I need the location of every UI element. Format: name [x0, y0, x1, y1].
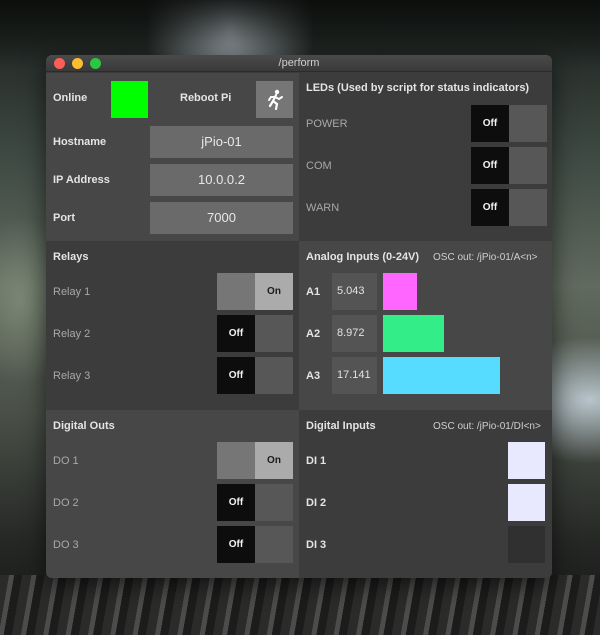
a2-value: 8.972: [332, 315, 377, 352]
window-content: Online Reboot Pi Hostname jPio-01 IP Add…: [46, 73, 552, 578]
led-power-on[interactable]: [509, 105, 547, 142]
di-2-label: DI 2: [306, 497, 327, 509]
do-3-label: DO 3: [53, 539, 79, 551]
ip-address-label: IP Address: [53, 174, 110, 186]
a1-label: A1: [306, 286, 321, 298]
digital-osc-address: OSC out: /jPio-01/DI<n>: [433, 421, 541, 432]
led-com-toggle[interactable]: Off: [471, 147, 547, 184]
do-2-on[interactable]: [255, 484, 293, 521]
a1-level-bar: [383, 273, 417, 310]
do-2-off[interactable]: Off: [217, 484, 255, 521]
a2-level-bar: [383, 315, 444, 352]
ip-address-field[interactable]: 10.0.0.2: [150, 164, 293, 196]
a1-value: 5.043: [332, 273, 377, 310]
digital-outs-panel: Digital Outs DO 1 On DO 2 Off DO 3 Off: [46, 410, 299, 578]
di-2-indicator: [508, 484, 545, 521]
a3-value: 17.141: [332, 357, 377, 394]
reboot-label: Reboot Pi: [180, 92, 232, 104]
window-title: /perform: [278, 57, 320, 69]
relay-2-toggle[interactable]: Off: [217, 315, 293, 352]
a2-label: A2: [306, 328, 321, 340]
online-label: Online: [53, 92, 88, 104]
hostname-field[interactable]: jPio-01: [150, 126, 293, 158]
reboot-pi-button[interactable]: [256, 81, 293, 118]
led-warn-toggle[interactable]: Off: [471, 189, 547, 226]
relay-2-on[interactable]: [255, 315, 293, 352]
status-panel: Online Reboot Pi Hostname jPio-01 IP Add…: [46, 73, 299, 241]
do-1-toggle[interactable]: On: [217, 442, 293, 479]
port-field[interactable]: 7000: [150, 202, 293, 234]
a3-label: A3: [306, 370, 321, 382]
led-warn-off[interactable]: Off: [471, 189, 509, 226]
digital-inputs-header: Digital Inputs: [306, 420, 376, 432]
relays-header: Relays: [53, 251, 89, 263]
do-3-toggle[interactable]: Off: [217, 526, 293, 563]
online-indicator: [111, 81, 148, 118]
relay-1-label: Relay 1: [53, 286, 91, 298]
do-2-toggle[interactable]: Off: [217, 484, 293, 521]
relay-3-on[interactable]: [255, 357, 293, 394]
relay-1-on[interactable]: On: [255, 273, 293, 310]
analog-inputs-panel: Analog Inputs (0-24V) OSC out: /jPio-01/…: [299, 241, 552, 410]
leds-panel: LEDs (Used by script for status indicato…: [299, 73, 552, 241]
led-com-off[interactable]: Off: [471, 147, 509, 184]
relay-1-toggle[interactable]: On: [217, 273, 293, 310]
led-com-on[interactable]: [509, 147, 547, 184]
do-1-on[interactable]: On: [255, 442, 293, 479]
do-1-off[interactable]: [217, 442, 255, 479]
analog-osc-address: OSC out: /jPio-01/A<n>: [433, 252, 538, 263]
a3-level-bar: [383, 357, 500, 394]
relay-2-label: Relay 2: [53, 328, 91, 340]
do-1-label: DO 1: [53, 455, 79, 467]
title-bar[interactable]: /perform: [46, 55, 552, 72]
di-1-indicator: [508, 442, 545, 479]
do-2-label: DO 2: [53, 497, 79, 509]
relay-1-off[interactable]: [217, 273, 255, 310]
relays-panel: Relays Relay 1 On Relay 2 Off Relay 3 Of…: [46, 241, 299, 410]
led-com-label: COM: [306, 160, 332, 172]
relay-2-off[interactable]: Off: [217, 315, 255, 352]
running-person-icon: [268, 89, 283, 110]
digital-inputs-panel: Digital Inputs OSC out: /jPio-01/DI<n> D…: [299, 410, 552, 578]
relay-3-off[interactable]: Off: [217, 357, 255, 394]
led-power-off[interactable]: Off: [471, 105, 509, 142]
di-3-label: DI 3: [306, 539, 327, 551]
hostname-label: Hostname: [53, 136, 107, 148]
led-warn-on[interactable]: [509, 189, 547, 226]
background-rocks: [0, 575, 600, 635]
led-power-label: POWER: [306, 118, 348, 130]
relay-3-toggle[interactable]: Off: [217, 357, 293, 394]
relay-3-label: Relay 3: [53, 370, 91, 382]
port-label: Port: [53, 212, 75, 224]
di-3-indicator: [508, 526, 545, 563]
digital-outs-header: Digital Outs: [53, 420, 115, 432]
di-1-label: DI 1: [306, 455, 327, 467]
do-3-on[interactable]: [255, 526, 293, 563]
led-power-toggle[interactable]: Off: [471, 105, 547, 142]
led-warn-label: WARN: [306, 202, 340, 214]
do-3-off[interactable]: Off: [217, 526, 255, 563]
leds-header: LEDs (Used by script for status indicato…: [306, 82, 530, 94]
analog-inputs-header: Analog Inputs (0-24V): [306, 251, 420, 263]
perform-window: /perform Online Reboot Pi Hostname jPio-…: [46, 55, 552, 578]
